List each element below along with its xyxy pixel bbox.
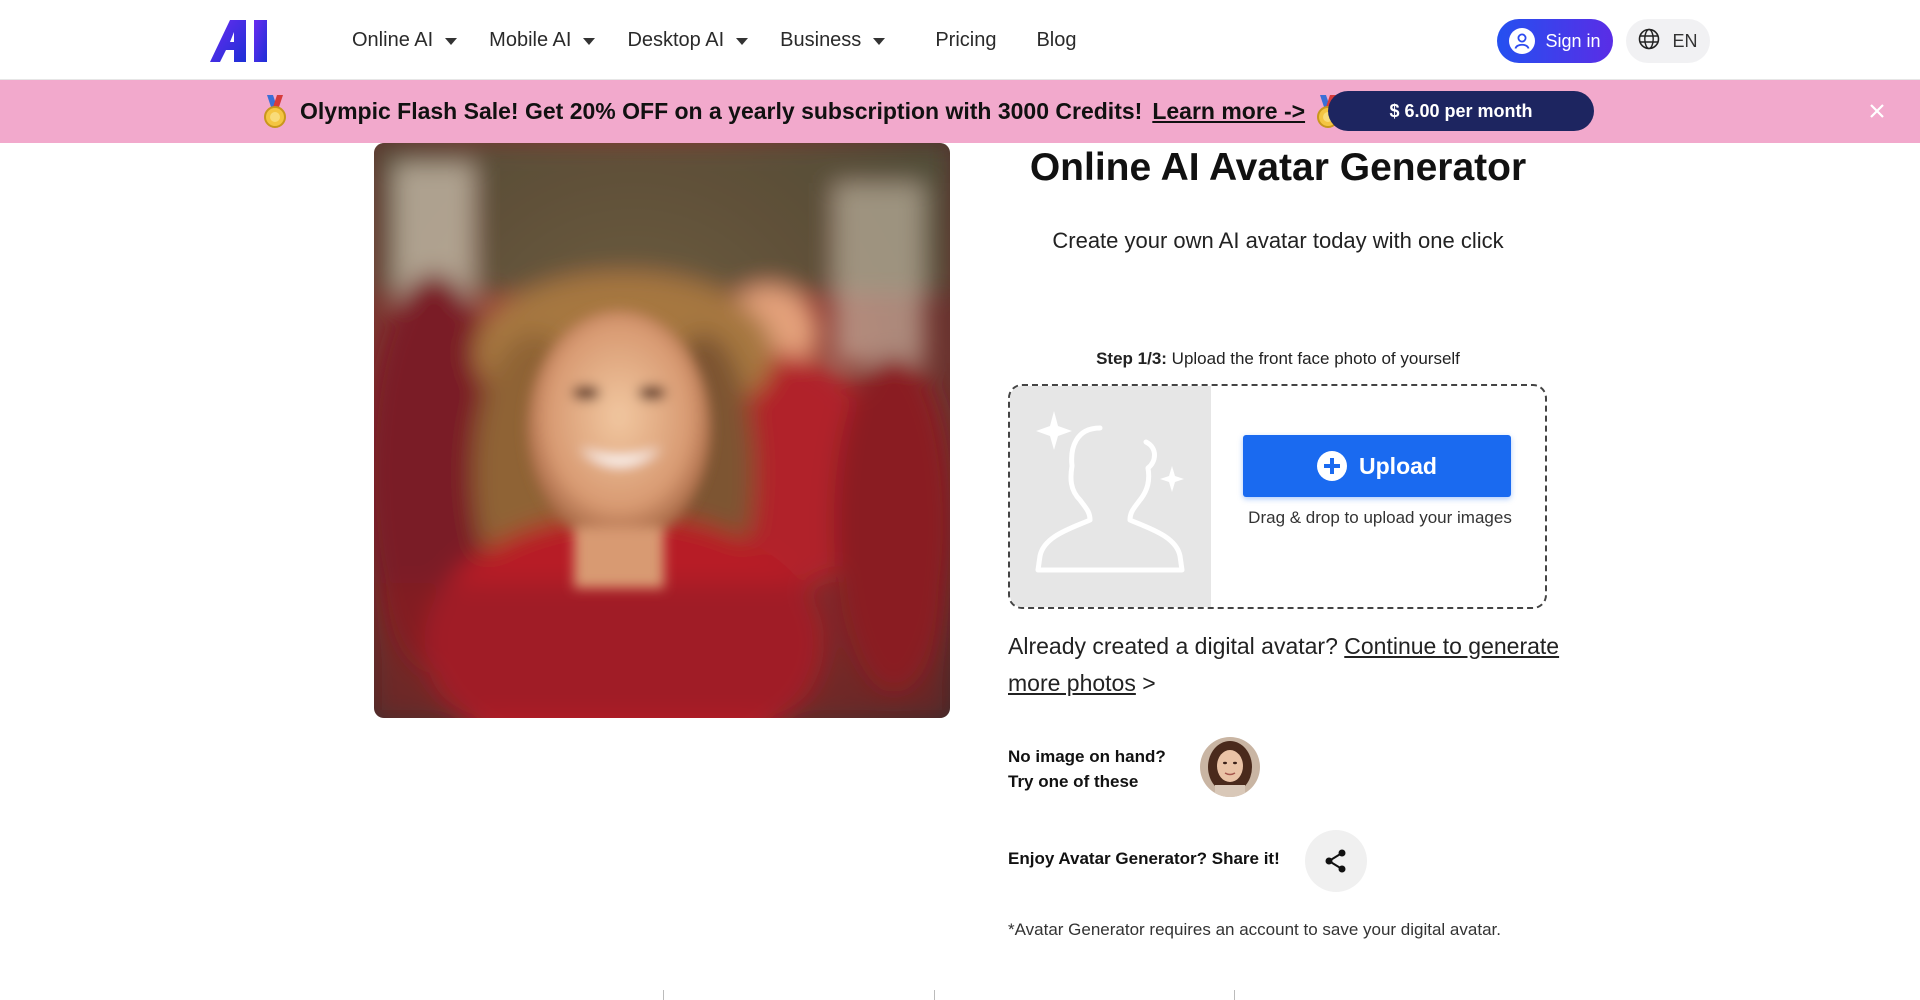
nav-pricing-label: Pricing	[935, 28, 997, 51]
close-icon[interactable]	[1866, 100, 1888, 122]
drag-drop-hint: Drag & drop to upload your images	[1248, 508, 1512, 527]
person-sparkle-icon	[1035, 411, 1185, 573]
nav-business-label: Business	[780, 28, 862, 51]
page-subtitle: Create your own AI avatar today with one…	[1052, 228, 1504, 253]
globe-icon	[1638, 28, 1660, 55]
step-number: Step 1/3:	[1096, 349, 1167, 368]
medal-icon	[262, 94, 288, 129]
nav-desktop-ai-label: Desktop AI	[627, 28, 725, 51]
nav-desktop-ai[interactable]: Desktop AI	[627, 28, 749, 52]
avatar-placeholder	[1010, 386, 1211, 607]
caret-down-icon	[736, 37, 749, 45]
nav-blog-label: Blog	[1036, 28, 1077, 51]
nav-online-ai-label: Online AI	[352, 28, 434, 51]
divider	[934, 990, 935, 1000]
step-text: Upload the front face photo of yourself	[1166, 349, 1460, 368]
promo-text: Olympic Flash Sale! Get 20% OFF on a yea…	[300, 98, 1143, 124]
no-image-line2: Try one of these	[1008, 772, 1139, 791]
top-navbar: Online AI Mobile AI Desktop AI Business …	[0, 0, 1920, 80]
existing-avatar-prompt: Already created a digital avatar? Contin…	[1008, 628, 1568, 702]
existing-avatar-text: Already created a digital avatar?	[1008, 633, 1345, 659]
caret-down-icon	[583, 37, 596, 45]
promo-banner: Olympic Flash Sale! Get 20% OFF on a yea…	[0, 80, 1920, 143]
price-button[interactable]: $ 6.00 per month	[1328, 91, 1594, 131]
language-label: EN	[1672, 30, 1698, 51]
upload-dropzone[interactable]: Upload Drag & drop to upload your images	[1008, 384, 1547, 609]
sign-in-label: Sign in	[1545, 30, 1601, 51]
nav-business[interactable]: Business	[780, 28, 886, 52]
nav-blog[interactable]: Blog	[1036, 29, 1076, 52]
share-icon	[1325, 849, 1346, 873]
promo-content: Olympic Flash Sale! Get 20% OFF on a yea…	[262, 80, 1341, 143]
page-title: Online AI Avatar Generator	[1029, 146, 1527, 189]
ai-logo-icon[interactable]	[210, 20, 276, 62]
main-nav: Online AI Mobile AI Desktop AI Business …	[352, 0, 1076, 80]
nav-pricing[interactable]: Pricing	[935, 29, 996, 52]
sign-in-button[interactable]: Sign in	[1497, 19, 1613, 63]
caret-down-icon	[873, 37, 886, 45]
no-image-line1: No image on hand?	[1008, 747, 1166, 766]
upload-button[interactable]: Upload	[1243, 435, 1511, 497]
language-selector[interactable]: EN	[1626, 19, 1710, 63]
user-icon	[1509, 28, 1536, 54]
caret-down-icon	[445, 37, 458, 45]
share-prompt: Enjoy Avatar Generator? Share it!	[1008, 849, 1280, 868]
no-image-prompt: No image on hand? Try one of these	[1008, 744, 1166, 794]
continue-arrow: >	[1135, 670, 1156, 696]
divider	[1234, 990, 1235, 1000]
nav-online-ai[interactable]: Online AI	[352, 28, 458, 52]
step-indicator: Step 1/3: Upload the front face photo of…	[1000, 349, 1556, 369]
sample-avatar[interactable]	[1200, 737, 1260, 797]
plus-icon	[1317, 451, 1348, 481]
account-note: *Avatar Generator requires an account to…	[1008, 920, 1501, 939]
hero-image	[374, 143, 950, 718]
divider	[663, 990, 664, 1000]
share-button[interactable]	[1305, 830, 1367, 892]
upload-label: Upload	[1359, 452, 1437, 479]
learn-more-link[interactable]: Learn more ->	[1152, 98, 1305, 125]
nav-mobile-ai-label: Mobile AI	[489, 28, 572, 51]
nav-mobile-ai[interactable]: Mobile AI	[489, 28, 596, 52]
